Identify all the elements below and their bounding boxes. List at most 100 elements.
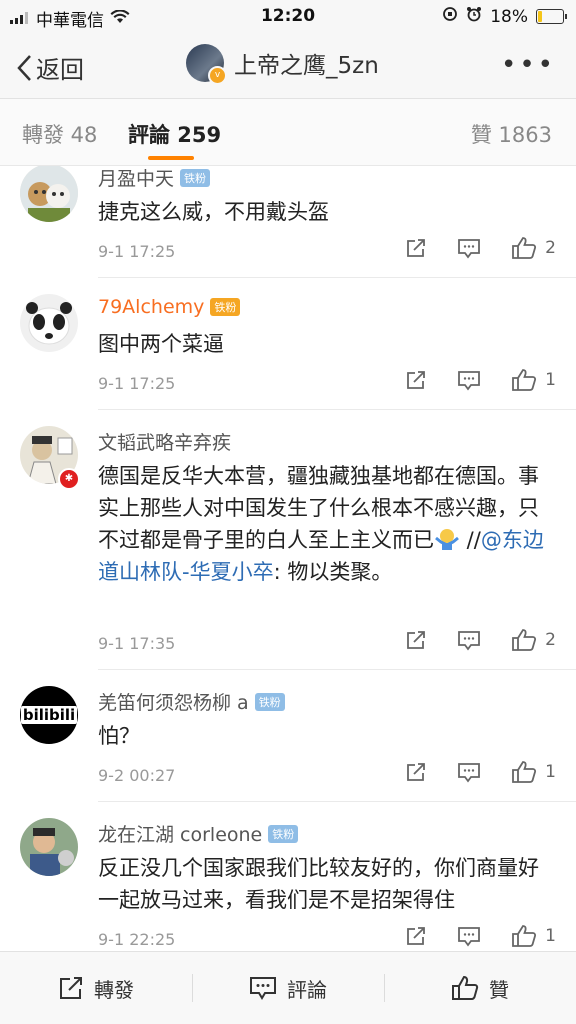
like-count: 1 — [545, 370, 556, 390]
verified-icon: v — [208, 66, 227, 85]
like-count: 1 — [545, 926, 556, 946]
comment-text: 反正没几个国家跟我们比较友好的，你们商量好一起放马过来，看我们是不是招架得住 — [98, 856, 539, 912]
share-icon — [407, 927, 426, 945]
share-icon — [407, 239, 426, 257]
repost-label: 轉發 — [94, 977, 134, 1002]
list-item: 79Alchemy 铁粉 图中两个菜逼 9-1 17:25 1 — [0, 278, 576, 410]
reply-button[interactable] — [457, 629, 481, 651]
username[interactable]: 龙在江湖 corleone 铁粉 — [98, 820, 299, 847]
avatar[interactable] — [20, 818, 78, 876]
like-button[interactable]: 贊 — [384, 952, 576, 1024]
tab-repost[interactable]: 轉發 48 — [22, 119, 97, 149]
thumbs-up-icon — [512, 629, 537, 651]
thumbs-up-icon — [512, 369, 537, 391]
emoji-shrug-icon — [434, 526, 460, 550]
tab-likes[interactable]: 贊 1863 — [471, 119, 552, 149]
comment-actions: 2 — [375, 236, 556, 260]
comment-icon — [458, 631, 481, 651]
tab-bar: 轉發 48 評論 259 贊 1863 — [0, 99, 576, 166]
avatar[interactable] — [20, 294, 78, 352]
repost-button[interactable]: 轉發 — [0, 952, 192, 1024]
more-icon[interactable]: ••• — [501, 50, 556, 80]
share-button[interactable] — [405, 237, 427, 259]
thumbs-up-icon — [512, 925, 537, 947]
comment-actions: 1 — [375, 760, 556, 784]
comment-list[interactable]: 月盈中天 铁粉 捷克这么威，不用戴头盔 9-1 17:25 2 79Alchem… — [0, 166, 576, 952]
comment-button[interactable]: 評論 — [192, 952, 384, 1024]
reply-button[interactable] — [457, 925, 481, 947]
status-right: 18% — [442, 6, 567, 27]
reply-button[interactable] — [457, 237, 481, 259]
like-count: 2 — [545, 630, 556, 650]
avatar: v — [186, 44, 227, 85]
status-bar: 中華電信 12:20 18% — [0, 0, 576, 34]
comment-text: 图中两个菜逼 — [98, 332, 224, 356]
fan-badge: 铁粉 — [180, 168, 211, 187]
username[interactable]: 文韬武略辛弃疾 — [98, 428, 231, 455]
comment-actions: 1 — [375, 368, 556, 392]
comment-time: 9-2 00:27 — [98, 766, 176, 785]
like-button[interactable]: 1 — [511, 760, 556, 784]
fan-badge: 铁粉 — [254, 692, 285, 711]
repost-separator: // — [460, 528, 481, 552]
avatar[interactable]: bilibili — [20, 686, 78, 744]
list-item: 月盈中天 铁粉 捷克这么威，不用戴头盔 9-1 17:25 2 — [0, 166, 576, 278]
like-button[interactable]: 1 — [511, 368, 556, 392]
reply-button[interactable] — [457, 369, 481, 391]
share-button[interactable] — [405, 369, 427, 391]
comment-time: 9-1 17:35 — [98, 634, 176, 653]
like-button[interactable]: 2 — [511, 236, 556, 260]
nav-user[interactable]: v 上帝之鹰_5zn — [186, 44, 379, 85]
comment-time: 9-1 17:25 — [98, 374, 176, 393]
comment-icon — [250, 977, 276, 1000]
bottom-action-bar: 轉發 評論 贊 — [0, 951, 576, 1024]
like-button[interactable]: 2 — [511, 628, 556, 652]
reply-button[interactable] — [457, 761, 481, 783]
thumbs-up-icon — [512, 761, 537, 783]
like-button[interactable]: 1 — [511, 924, 556, 948]
comment-text: 捷克这么威，不用戴头盔 — [98, 200, 329, 224]
username[interactable]: 月盈中天 铁粉 — [98, 166, 211, 191]
comment-icon — [458, 239, 481, 259]
comment-icon — [458, 763, 481, 783]
share-icon — [60, 977, 82, 999]
share-button[interactable] — [405, 761, 427, 783]
username-text: 月盈中天 — [98, 168, 175, 190]
username[interactable]: 羌笛何须怨杨柳 a 铁粉 — [98, 688, 285, 715]
share-button[interactable] — [405, 925, 427, 947]
page-title: 上帝之鹰_5zn — [234, 53, 379, 79]
username[interactable]: 79Alchemy 铁粉 — [98, 296, 241, 318]
back-label: 返回 — [36, 56, 84, 84]
list-item: bilibili 羌笛何须怨杨柳 a 铁粉 怕？ 9-2 00:27 1 — [0, 670, 576, 802]
comment-text-tail: : 物以类聚。 — [273, 560, 393, 584]
comment-icon — [458, 371, 481, 391]
org-badge-icon: ✱ — [58, 468, 80, 490]
thumbs-up-icon — [452, 975, 479, 1000]
list-item: ✱ 文韬武略辛弃疾 德国是反华大本营，疆独藏独基地都在德国。事实上那些人对中国发… — [0, 410, 576, 670]
comment-text: 德国是反华大本营，疆独藏独基地都在德国。事实上那些人对中国发生了什么根本不感兴趣… — [98, 460, 552, 588]
nav-bar: 返回 v 上帝之鹰_5zn ••• — [0, 34, 576, 99]
rotation-lock-icon — [442, 6, 458, 27]
comment-actions: 2 — [375, 628, 556, 652]
like-count: 2 — [545, 238, 556, 258]
comment-label: 評論 — [287, 977, 327, 1002]
battery-icon — [536, 9, 567, 24]
list-item: 龙在江湖 corleone 铁粉 反正没几个国家跟我们比较友好的，你们商量好一起… — [0, 802, 576, 952]
comment-icon — [458, 927, 481, 947]
thumbs-up-icon — [512, 237, 537, 259]
username-text: 79Alchemy — [98, 296, 205, 318]
fan-badge: 铁粉 — [268, 824, 299, 843]
avatar-bilibili-logo: bilibili — [20, 706, 78, 724]
avatar[interactable] — [20, 166, 78, 222]
tab-indicator — [148, 156, 194, 160]
username-text: 文韬武略辛弃疾 — [98, 432, 232, 454]
comment-text: 怕？ — [98, 724, 140, 748]
share-button[interactable] — [405, 629, 427, 651]
battery-percent: 18% — [490, 6, 528, 27]
comment-time: 9-1 22:25 — [98, 930, 176, 949]
alarm-icon — [466, 6, 482, 27]
fan-badge: 铁粉 — [210, 298, 241, 316]
back-button[interactable]: 返回 — [16, 50, 84, 85]
share-icon — [407, 371, 426, 389]
like-label: 贊 — [489, 977, 509, 1002]
